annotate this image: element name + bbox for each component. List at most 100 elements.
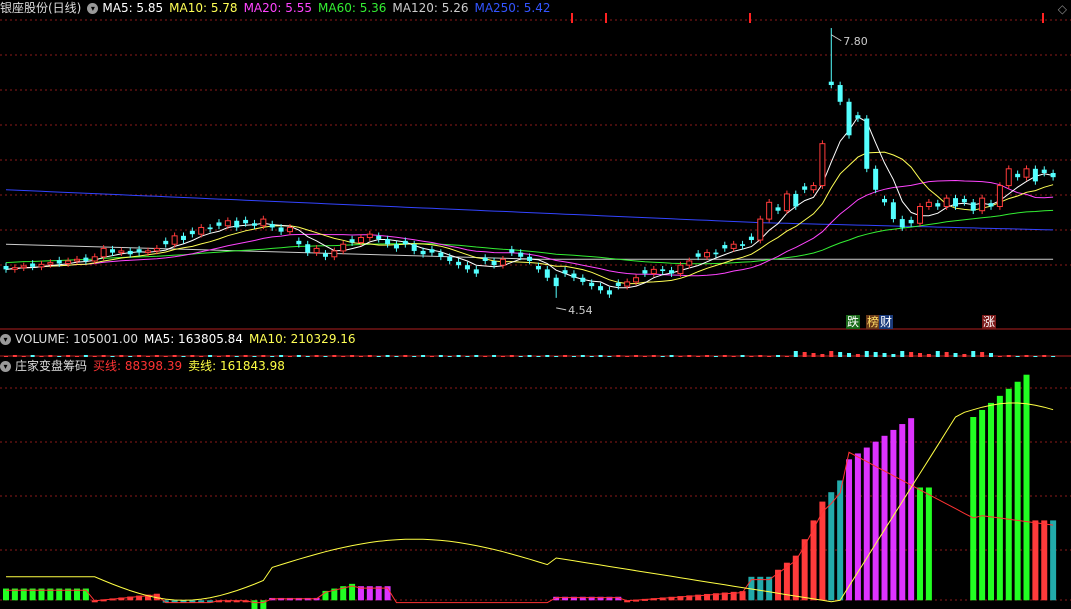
volume-bar	[261, 355, 266, 357]
candle-body	[598, 286, 604, 291]
ma5-label: MA5: 5.85	[102, 1, 164, 15]
candle-body	[757, 218, 764, 241]
candle-body	[988, 203, 994, 207]
volume-bar	[767, 356, 772, 357]
candle-body	[224, 220, 231, 227]
candle-body	[1041, 169, 1047, 173]
candle-body	[1032, 168, 1038, 182]
candle-body	[278, 227, 284, 232]
panel-settings-icon[interactable]: ▾	[0, 333, 11, 345]
volume-bar	[66, 355, 71, 357]
chip-bar	[801, 539, 808, 601]
volume-bar	[713, 356, 718, 357]
candle-body	[996, 185, 1003, 208]
event-flag-marker[interactable]	[571, 13, 573, 23]
candle-body	[1023, 168, 1030, 178]
volume-bar	[172, 355, 177, 357]
low-price-label: 4.54	[568, 304, 593, 317]
candle-body	[456, 261, 462, 266]
candle-body	[216, 222, 222, 226]
event-tag-bang[interactable]: 榜	[866, 315, 881, 329]
candle-body	[837, 85, 843, 102]
candle-body	[589, 282, 595, 287]
candle-body	[509, 249, 515, 253]
volume-bar	[580, 355, 585, 357]
volume-bar	[483, 356, 488, 357]
volume-bar	[660, 356, 665, 357]
candle-body	[535, 266, 541, 270]
volume-bar	[855, 354, 860, 357]
chip-bar	[1023, 374, 1030, 601]
candle-body	[925, 201, 932, 208]
volume-bar	[101, 355, 106, 357]
chip-bar	[1050, 520, 1057, 601]
candle-body	[118, 250, 125, 254]
candle-body	[740, 244, 746, 246]
panel-settings-icon[interactable]: ▾	[0, 360, 11, 372]
chip-bar	[996, 395, 1003, 601]
volume-bar	[385, 355, 390, 357]
candle-body	[73, 258, 80, 262]
candle-body	[171, 235, 178, 245]
volume-bar	[181, 356, 186, 357]
chip-bar	[1032, 520, 1039, 601]
chip-bar	[837, 480, 844, 601]
volume-bar	[252, 356, 257, 357]
volume-bar	[74, 356, 79, 357]
candle-body	[961, 198, 967, 203]
candle-body	[606, 290, 612, 295]
chip-bar	[899, 424, 906, 601]
panel-settings-icon[interactable]: ▾	[87, 2, 99, 14]
volume-bar	[216, 356, 221, 357]
candle-body	[376, 235, 382, 240]
vol-ma10-label: MA10: 210329.16	[248, 332, 356, 346]
candle-body	[286, 226, 293, 233]
volume-bar	[793, 351, 798, 357]
volume-bar	[545, 355, 550, 357]
volume-bar	[234, 356, 239, 357]
chart-canvas[interactable]: 7.80 4.54	[0, 0, 1071, 609]
volume-bar	[598, 355, 603, 357]
volume-bar	[518, 356, 523, 357]
candle-body	[890, 202, 896, 220]
candle-body	[660, 269, 666, 272]
chip-bar	[863, 447, 870, 601]
volume-bar	[882, 353, 887, 357]
volume-bar	[119, 355, 124, 357]
candle-body	[3, 266, 9, 270]
candle-body	[56, 260, 62, 264]
candle-body	[810, 185, 817, 191]
volume-bar	[918, 353, 923, 357]
volume-bar	[30, 355, 35, 357]
volume-bar	[864, 351, 869, 357]
candle-body	[864, 118, 870, 169]
volume-bar	[110, 356, 115, 357]
volume-bar	[92, 356, 97, 357]
candle-body	[686, 260, 693, 266]
event-tag-die[interactable]: 跌	[846, 315, 861, 329]
event-flag-marker[interactable]	[1042, 13, 1044, 23]
volume-bar	[199, 356, 204, 357]
event-flag-marker[interactable]	[749, 13, 751, 23]
volume-bar	[323, 356, 328, 357]
event-tag-zhang[interactable]: 涨	[982, 315, 997, 329]
candle-body	[402, 240, 408, 245]
event-flag-marker[interactable]	[605, 13, 607, 23]
candle-body	[153, 247, 160, 252]
candle-body	[713, 252, 719, 255]
candle-body	[882, 198, 888, 203]
volume-bar	[208, 355, 213, 357]
candle-body	[207, 227, 213, 230]
candle-body	[322, 253, 328, 257]
event-tag-cai[interactable]: 财	[879, 315, 894, 329]
ma10-label: MA10: 5.78	[169, 1, 238, 15]
candle-body	[544, 269, 550, 278]
candle-body	[953, 198, 959, 207]
volume-bar	[678, 356, 683, 357]
volume-bar	[1033, 356, 1038, 357]
chip-bar	[846, 459, 853, 601]
diamond-icon[interactable]: ◇	[1058, 2, 1067, 16]
volume-bar	[953, 353, 958, 357]
candle-body	[136, 249, 142, 253]
volume-bar	[403, 355, 408, 357]
